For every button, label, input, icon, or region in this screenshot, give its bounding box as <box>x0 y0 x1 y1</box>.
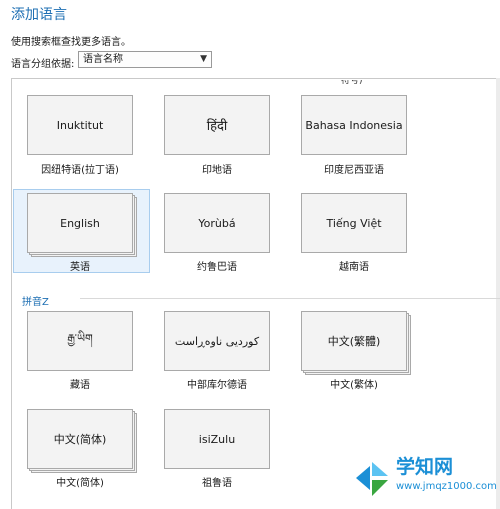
section-header-z: 拼音Z <box>22 297 49 308</box>
tile-label: کوردیی ناوەڕاست <box>174 334 260 348</box>
tile-label: 中文(繁體) <box>327 335 381 348</box>
language-tile-hindi[interactable]: हिंदी <box>164 95 270 155</box>
tile-label: Bahasa Indonesia <box>305 118 403 132</box>
language-caption: 英语 <box>70 262 90 273</box>
language-caption: 祖鲁语 <box>202 478 232 489</box>
watermark: 学知网 www.jmqz1000.com <box>352 448 500 509</box>
tile-label: Tiếng Việt <box>326 216 382 230</box>
language-tile-chinese-simplified[interactable]: 中文(简体) <box>27 409 133 469</box>
language-caption: 越南语 <box>339 262 369 273</box>
scrollbar[interactable] <box>496 78 500 509</box>
group-by-dropdown[interactable]: 语言名称 ▼ <box>78 51 212 68</box>
group-by-value: 语言名称 <box>83 54 123 65</box>
language-tile-vietnamese[interactable]: Tiếng Việt <box>301 193 407 253</box>
language-caption: 印度尼西亚语 <box>324 165 384 176</box>
search-hint: 使用搜索框查找更多语言。 <box>11 37 131 48</box>
language-caption: 藏语 <box>70 380 90 391</box>
language-tile-tibetan[interactable]: རྒྱ་ཡིག <box>27 311 133 371</box>
language-tile-zulu[interactable]: isiZulu <box>164 409 270 469</box>
language-caption: 中文(简体) <box>56 478 104 489</box>
tile-label: English <box>60 216 100 230</box>
watermark-logo-icon <box>356 462 388 496</box>
language-tile-chinese-traditional[interactable]: 中文(繁體) <box>301 311 407 371</box>
language-caption: 中文(繁体) <box>330 380 378 391</box>
group-by-label: 语言分组依据: <box>11 59 75 70</box>
tile-label: Yorùbá <box>198 216 236 230</box>
language-tile-central-kurdish[interactable]: کوردیی ناوەڕاست <box>164 311 270 371</box>
language-tile-inuktitut[interactable]: Inuktitut <box>27 95 133 155</box>
tile-label: 中文(简体) <box>53 433 107 446</box>
language-caption: 因纽特语(拉丁语) <box>41 165 119 176</box>
chevron-down-icon: ▼ <box>200 54 207 64</box>
tile-label: རྒྱ་ཡིག <box>67 331 93 345</box>
tile-label: हिंदी <box>206 119 228 134</box>
language-tile-english[interactable]: English <box>27 193 133 253</box>
language-tile-indonesian[interactable]: Bahasa Indonesia <box>301 95 407 155</box>
section-divider <box>80 298 500 299</box>
page-title: 添加语言 <box>11 7 67 23</box>
watermark-url: www.jmqz1000.com <box>396 481 497 492</box>
cut-off-caption: 符号) <box>341 80 363 86</box>
language-tile-yoruba[interactable]: Yorùbá <box>164 193 270 253</box>
tile-label: isiZulu <box>198 432 236 446</box>
watermark-name: 学知网 <box>396 456 454 478</box>
language-caption: 印地语 <box>202 165 232 176</box>
tile-label: Inuktitut <box>56 118 104 132</box>
language-caption: 中部库尔德语 <box>187 380 247 391</box>
language-caption: 约鲁巴语 <box>197 262 237 273</box>
